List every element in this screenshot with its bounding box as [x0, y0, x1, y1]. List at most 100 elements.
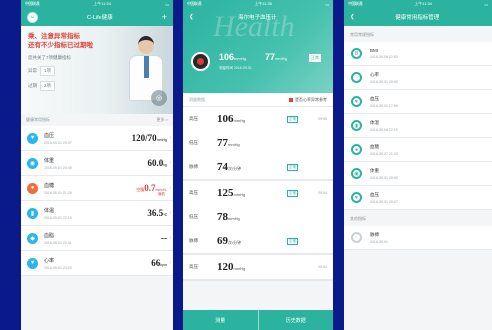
status-badge: 正常	[309, 54, 321, 62]
measurement-number: 106	[217, 113, 234, 125]
blood-pressure-icon: ♥	[27, 132, 38, 144]
page-title: 健康常用指标管理	[395, 15, 440, 21]
add-icon[interactable]: +	[162, 12, 167, 22]
blood-lipid-icon: ◆	[27, 232, 38, 244]
measurement-row: 低压 78mmHg	[183, 205, 333, 229]
manage-row[interactable]: ~ 脉搏 2016-09-01	[344, 226, 492, 250]
pulse-icon: ~	[351, 232, 362, 243]
measurement-value: 69次/分钟	[217, 235, 241, 247]
measurement-list: 高压 106mmHg 正常 09:55 低压 77mmHg 脉搏 74次/分钟 正常 高压 125m…	[183, 107, 333, 281]
manage-name: 脉搏	[370, 231, 379, 237]
measurement-label: 低压	[189, 140, 198, 145]
indicator-number: 120/70	[131, 133, 157, 143]
indicator-row[interactable]: ● 血糖 2016-09-01 21:29 空腹0.7mmol/L 偏低 ›	[21, 176, 173, 201]
measurement-unit: mmHg	[233, 118, 246, 123]
indicator-value: 36.5℃	[147, 208, 167, 218]
measurement-number: 125	[217, 187, 234, 199]
history-header: 测量数据 是否心率异常参考	[183, 93, 333, 107]
measurement-unit: 次/分钟	[228, 240, 242, 245]
indicator-time: 2016-09-01 22:19	[44, 215, 72, 220]
indicator-name: 血脂	[44, 232, 55, 239]
heart-rate-icon: ♥	[27, 257, 38, 269]
measurement-label: 高压	[189, 264, 198, 269]
manage-row[interactable]: ● 血糖 2016-09-07 21:29	[344, 138, 492, 162]
indicator-name: 血糖	[44, 182, 55, 189]
nav-bar: ☺ C-Life健康 +	[21, 8, 173, 26]
indicator-list: ♥ 血压 2016-09-01 20:37 120/70mmHg › ◉ 体重 2016-09…	[21, 126, 173, 276]
abnormal-label: 异常	[28, 68, 37, 73]
blood-sugar-icon: ●	[351, 144, 362, 155]
bottom-action-bar: 测量 历史数据	[183, 310, 333, 330]
manage-text: 血糖 2016-09-07 21:29	[370, 144, 398, 156]
measurement-row: 低压 77mmHg	[183, 131, 333, 155]
indicator-management-screen: 中国联通 上午11:34 ▭ ❮ 健康常用指标管理 常用常规指标 B BMI 201…	[344, 0, 492, 330]
measurement-number: 120	[217, 261, 234, 273]
indicator-row[interactable]: ♥ 心率 2016-09-01 23:03 66bpm ›	[21, 251, 173, 276]
manage-row[interactable]: ▮ 体温 2016-09-06 22:19	[344, 114, 492, 138]
heart-icon: ♡	[351, 72, 362, 83]
weight-icon: ◉	[351, 168, 362, 179]
more-link[interactable]: 更多 >	[157, 117, 168, 123]
clock: 上午11:34	[93, 1, 111, 6]
manage-name: 血糖	[370, 143, 379, 149]
indicator-text: 血脂 2016-09-01 22:41	[44, 232, 161, 245]
indicator-number: 36.5	[147, 208, 164, 218]
banner-action-icon[interactable]: ◎	[151, 90, 167, 106]
indicator-value: 120/70mmHg	[132, 133, 167, 143]
battery-icon: ▭	[165, 1, 169, 7]
manage-row[interactable]: ♥ 血压 2016-09-01 17:59	[344, 90, 492, 114]
doctor-head	[138, 36, 154, 54]
indicator-unit: kg	[163, 163, 167, 167]
measure-button[interactable]: 测量	[183, 310, 258, 330]
measurement-label: 脉搏	[189, 238, 198, 243]
indicator-unit: mmHg	[156, 138, 167, 142]
measurement-number: 78	[217, 211, 228, 223]
manage-name: 血压	[370, 191, 379, 197]
manage-row[interactable]: ◉ 体重 2016-09-01 20:46	[344, 162, 492, 186]
device-logo-icon	[191, 52, 210, 71]
measurement-number: 74	[217, 161, 228, 173]
manage-name: BMI	[370, 48, 379, 53]
alert-banner[interactable]: 乘、注意异常指标 还有不少指标已过期啦 您共关了7项健康指标 异常 1项 过期 …	[21, 26, 173, 114]
indicator-unit: ℃	[163, 213, 167, 217]
indicator-number: 60.0	[147, 158, 164, 168]
measurement-value: 106mmHg	[217, 113, 245, 125]
measurement-group[interactable]: 高压 106mmHg 正常 09:55 低压 77mmHg 脉搏 74次/分钟 正常	[183, 107, 333, 181]
header: 中国联通 上午11:34 ▭ ☺ C-Life健康 +	[21, 0, 173, 26]
other-indicator-list: ~ 脉搏 2016-09-01	[344, 226, 492, 250]
indicator-row[interactable]: ◆ 血脂 2016-09-01 22:41 -- ›	[21, 226, 173, 251]
latest-date: 测量时间 2016-09-01	[219, 66, 252, 70]
avatar[interactable]: ☺	[27, 11, 38, 23]
measurement-number: 77	[217, 137, 228, 149]
indicator-time: 2016-09-01 20:37	[44, 140, 72, 145]
battery-icon: ▭	[484, 1, 488, 7]
manage-row[interactable]: B BMI 2016-09-06 22:53	[344, 42, 492, 66]
common-indicator-list: B BMI 2016-09-06 22:53 ♡ 心率 2016-09-01 20:46 ♥…	[344, 42, 492, 210]
chevron-right-icon: ›	[169, 235, 171, 241]
expired-value: 2项	[40, 81, 56, 91]
status-bar: 中国联通 上午11:34 ▭	[21, 0, 173, 8]
blood-pressure-icon: ♥	[351, 192, 362, 203]
measurement-time: 09:54	[318, 191, 327, 195]
manage-date: 2016-09-07 21:29	[370, 151, 398, 156]
indicator-value: 60.0kg	[148, 158, 167, 168]
measurement-row: 高压 106mmHg 正常 09:55	[183, 107, 333, 131]
manage-row[interactable]: ♡ 心率 2016-09-01 20:46	[344, 66, 492, 90]
weight-icon: ◉	[27, 157, 38, 169]
history-button[interactable]: 历史数据	[257, 310, 334, 330]
indicator-row[interactable]: ▮ 体温 2016-09-01 22:19 36.5℃ ›	[21, 201, 173, 226]
indicator-row[interactable]: ◉ 体重 2016-09-01 20:49 60.0kg ›	[21, 151, 173, 176]
measurement-group[interactable]: 高压 125mmHg 正常 09:54 低压 78mmHg 脉搏 69次/分钟 正常	[183, 181, 333, 255]
measurement-unit: mmHg	[228, 142, 240, 147]
status-bar: 中国联通 上午11:34 ▭	[344, 0, 492, 8]
indicator-row[interactable]: ♥ 血压 2016-09-01 20:37 120/70mmHg ›	[21, 126, 173, 151]
indicator-value: 66bpm	[151, 258, 167, 268]
measurement-row: 脉搏 74次/分钟 正常	[183, 155, 333, 179]
indicator-text: 血压 2016-09-01 20:37	[44, 132, 132, 145]
manage-row[interactable]: ♥ 血压 2016-09-01 20:37	[344, 186, 492, 210]
indicator-unit: bpm	[160, 263, 167, 267]
latest-diastolic: 77mmHg	[265, 52, 287, 62]
blood-pressure-icon: ♥	[351, 96, 362, 107]
measurement-group[interactable]: 高压 120mmHg 09:52	[183, 255, 333, 281]
measurement-tag: 正常	[287, 237, 298, 245]
